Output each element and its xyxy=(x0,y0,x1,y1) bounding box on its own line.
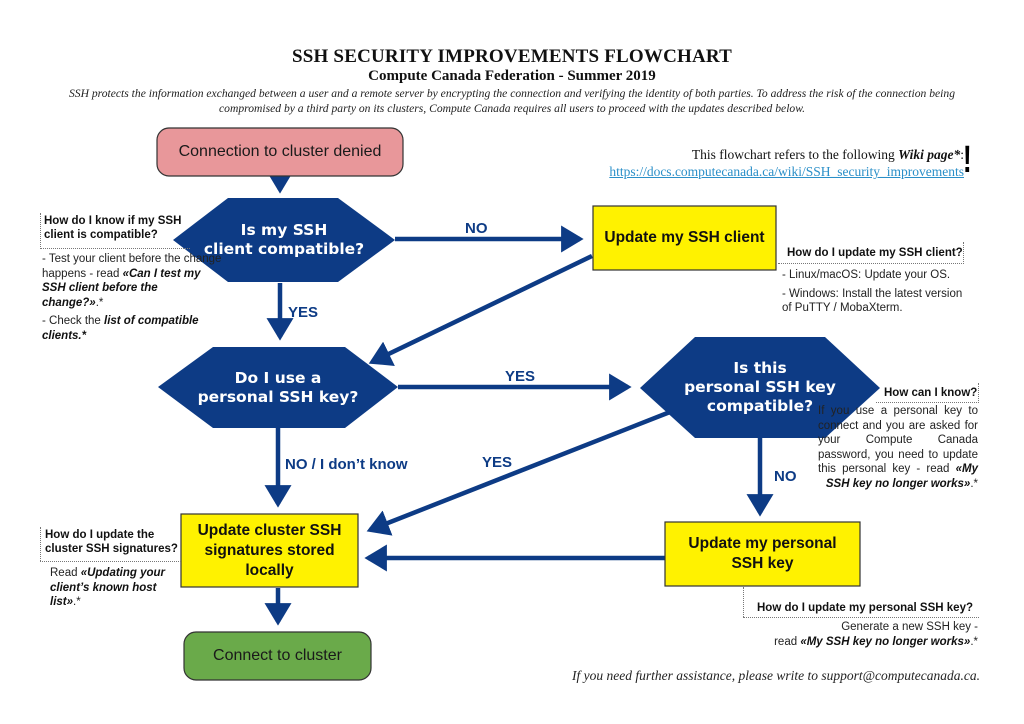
note-signatures-heading: How do I update the cluster SSH signatur… xyxy=(45,529,178,555)
note-update-client-heading: How do I update my SSH client? xyxy=(787,247,963,259)
wiki-link-key-no-longer-works[interactable]: «My SSH key no longer works» xyxy=(800,636,970,648)
note-divider xyxy=(963,242,964,264)
note-update-client-body: - Linux/macOS: Update your OS. - Windows… xyxy=(782,268,972,320)
note-divider xyxy=(876,402,979,403)
edge-label-personal-no: NO / I don’t know xyxy=(285,456,408,473)
note-text: read «My SSH key no longer works».* xyxy=(740,635,978,650)
note-client-compat-body: - Test your client before the change hap… xyxy=(42,252,222,347)
arrow-q-compatible-yes xyxy=(366,409,671,536)
flowchart-canvas xyxy=(156,127,880,681)
update-signatures-shape xyxy=(180,513,359,588)
note-client-compat-item: - Test your client before the change hap… xyxy=(42,252,222,310)
arrow-update-client-to-q-personal xyxy=(368,253,593,366)
edge-label-client-no: NO xyxy=(465,220,488,237)
note-divider xyxy=(978,383,979,403)
note-client-compat-item: - Check the list of compatible clients.* xyxy=(42,314,222,343)
edge-label-client-yes: YES xyxy=(288,304,319,321)
note-text: Generate a new SSH key - xyxy=(841,621,978,633)
start-node-shape xyxy=(156,127,404,177)
edge-label-personal-yes: YES xyxy=(505,368,536,385)
note-divider xyxy=(40,213,41,247)
note-divider xyxy=(40,527,41,561)
edge-label-compatible-no: NO xyxy=(774,468,797,485)
support-footer: If you need further assistance, please w… xyxy=(572,668,980,683)
note-update-client-item: - Windows: Install the latest version of… xyxy=(782,287,963,315)
note-divider xyxy=(778,263,964,264)
note-divider xyxy=(40,561,181,562)
note-update-client-item: - Linux/macOS: Update your OS. xyxy=(782,269,951,281)
note-text: .* xyxy=(95,296,104,309)
note-text: .* xyxy=(970,635,978,648)
note-text: Read xyxy=(50,567,81,579)
update-personal-key-shape xyxy=(664,521,861,587)
note-text: .* xyxy=(73,596,81,608)
note-text: read xyxy=(774,635,801,648)
note-update-key-heading: How do I update my personal SSH key? xyxy=(757,602,973,614)
note-client-compat-heading: How do I know if my SSH client is compat… xyxy=(44,215,182,241)
note-divider xyxy=(743,617,979,618)
note-how-know-body: If you use a personal key to connect and… xyxy=(818,404,978,491)
note-signatures-body: Read «Updating your client’s known host … xyxy=(50,566,178,610)
note-how-know-heading: How can I know? xyxy=(884,387,978,399)
note-divider xyxy=(743,587,744,617)
update-client-shape xyxy=(592,205,777,271)
note-update-key-body: Generate a new SSH key - read «My SSH ke… xyxy=(740,620,978,649)
note-text: .* xyxy=(970,477,978,490)
decision-personal-key-shape xyxy=(158,347,398,428)
note-divider xyxy=(40,248,190,249)
note-text: - Check the xyxy=(42,315,104,327)
note-text: If you use a personal key to connect and… xyxy=(818,405,978,475)
edge-label-compatible-yes: YES xyxy=(482,454,513,471)
end-node-shape xyxy=(183,631,372,681)
